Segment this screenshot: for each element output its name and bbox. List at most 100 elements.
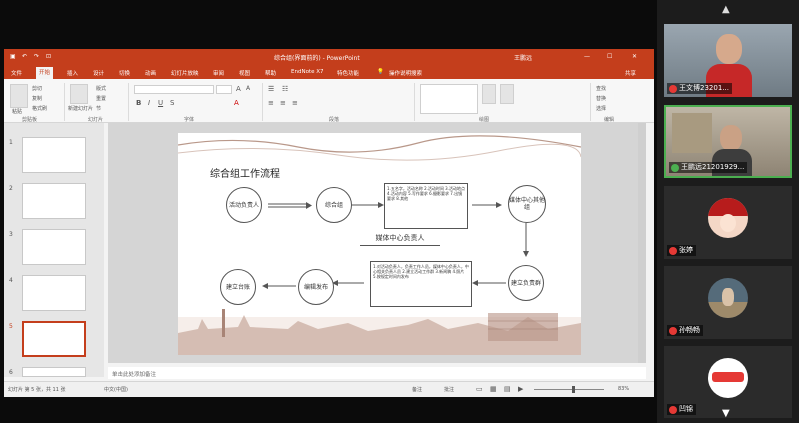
tab-transitions[interactable]: 切换 (116, 68, 133, 78)
participant-tile-active[interactable]: 王鹏远21201929... (664, 105, 792, 178)
avatar-face (720, 214, 736, 232)
tab-features[interactable]: 特色功能 (334, 68, 362, 78)
section-button[interactable]: 节 (96, 105, 101, 112)
align-center-icon[interactable]: ≡ (280, 99, 286, 107)
slide-thumbnail-1[interactable] (22, 137, 86, 173)
tab-animations[interactable]: 动画 (142, 68, 159, 78)
tab-share[interactable]: 共享 (622, 68, 639, 78)
bold-icon[interactable]: B (136, 99, 141, 107)
mic-muted-icon (669, 84, 677, 93)
sorter-view-icon[interactable]: ▦ (490, 385, 497, 393)
scroll-up-icon[interactable]: ▲ (722, 4, 730, 15)
notes-button[interactable]: 备注 (412, 386, 422, 393)
participant-tile[interactable]: 王文博23201... (664, 24, 792, 97)
tab-endnote[interactable]: EndNote X7 (288, 68, 327, 76)
align-right-icon[interactable]: ≡ (292, 99, 298, 107)
tab-file[interactable]: 文件 (8, 68, 25, 78)
mic-muted-icon (669, 405, 677, 414)
mic-muted-icon (669, 246, 677, 255)
underline-icon[interactable]: U (158, 99, 163, 107)
participant-name: 王文博23201... (679, 84, 729, 92)
participant-name-bar: 张婷 (667, 245, 696, 256)
undo-icon[interactable]: ↶ (22, 53, 27, 60)
ribbon-divider (590, 83, 591, 121)
current-slide[interactable]: 综合组工作流程 活动负责人 综合组 1.五名字，活动名称 2.活动时间 3.活动… (178, 133, 581, 355)
thumb-number: 2 (9, 185, 13, 192)
quick-styles-button[interactable] (500, 84, 514, 104)
tab-slideshow[interactable]: 幻灯片放映 (168, 68, 202, 78)
redo-icon[interactable]: ↷ (34, 53, 39, 60)
layout-button[interactable]: 版式 (96, 85, 106, 92)
shapes-gallery[interactable] (420, 84, 478, 114)
group-drawing: 绘图 (479, 117, 490, 123)
participant-tile[interactable]: 孙畅畅 (664, 266, 792, 339)
ribbon-divider (414, 83, 415, 121)
arrange-button[interactable] (482, 84, 496, 104)
comments-button[interactable]: 批注 (444, 386, 454, 393)
ribbon-tabs: 文件 开始 插入 设计 切换 动画 幻灯片放映 审阅 视图 帮助 EndNote… (4, 65, 654, 79)
shadow-icon[interactable]: S (170, 99, 174, 107)
save-icon[interactable]: ▣ (10, 53, 16, 60)
slide-thumbnail-6[interactable] (22, 367, 86, 377)
zoom-level[interactable]: 83% (618, 386, 629, 392)
slide-counter: 幻灯片 第 5 张，共 11 张 (8, 387, 66, 393)
user-name[interactable]: 王鹏远 (514, 53, 532, 62)
mic-muted-icon (669, 326, 677, 335)
slide-thumbnails: 1 2 3 4 5 6 (4, 123, 104, 377)
paste-label: 粘贴 (12, 109, 23, 115)
language-indicator[interactable]: 中文(中国) (104, 386, 128, 393)
cut-button[interactable]: 剪切 (32, 85, 42, 92)
font-name-select[interactable] (134, 85, 214, 94)
new-slide-button[interactable] (70, 84, 88, 104)
assignment-box: 1.对活动负责人，负责工作人员，媒体中心负责人，中心相关负责人员 2.建立活动工… (370, 261, 472, 307)
copy-button[interactable]: 复制 (32, 95, 42, 102)
tab-home[interactable]: 开始 (36, 67, 54, 79)
align-left-icon[interactable]: ≡ (268, 99, 274, 107)
reading-view-icon[interactable]: ▤ (504, 385, 511, 393)
thumb-number: 6 (9, 369, 13, 376)
font-size-select[interactable] (216, 85, 232, 94)
tab-design[interactable]: 设计 (90, 68, 107, 78)
lightbulb-icon: 💡 (377, 69, 384, 75)
notes-pane[interactable]: 单击此处添加备注 (108, 367, 646, 379)
participant-name-bar: 王鹏远21201929... (669, 162, 748, 173)
slide-thumbnail-2[interactable] (22, 183, 86, 219)
font-color-icon[interactable]: A (234, 99, 239, 107)
tab-review[interactable]: 审阅 (210, 68, 227, 78)
participant-face (716, 34, 742, 64)
numbering-icon[interactable]: ☷ (282, 85, 288, 93)
maximize-icon[interactable]: ☐ (607, 53, 612, 60)
reset-button[interactable]: 重置 (96, 95, 106, 102)
bullets-icon[interactable]: ☰ (268, 85, 274, 93)
participant-avatar (708, 358, 748, 398)
normal-view-icon[interactable]: ▭ (476, 385, 483, 393)
find-button[interactable]: 查找 (596, 85, 606, 92)
replace-button[interactable]: 替换 (596, 95, 606, 102)
tab-view[interactable]: 视图 (236, 68, 253, 78)
canvas-scrollbar[interactable] (638, 123, 646, 363)
participant-name: 凹锦 (679, 405, 693, 413)
media-owner-label: 媒体中心负责人 (360, 233, 440, 246)
zoom-thumb[interactable] (572, 386, 575, 393)
shrink-font-icon[interactable]: A (246, 85, 250, 92)
group-font: 字体 (184, 117, 195, 123)
select-button[interactable]: 选择 (596, 105, 606, 112)
format-painter-button[interactable]: 格式刷 (32, 105, 47, 112)
slide-thumbnail-4[interactable] (22, 275, 86, 311)
close-icon[interactable]: ✕ (632, 53, 637, 60)
paste-button[interactable] (10, 84, 28, 108)
participant-tile[interactable]: 张婷 (664, 186, 792, 259)
grow-font-icon[interactable]: A (236, 85, 241, 93)
zoom-slider[interactable] (534, 389, 604, 390)
tab-help[interactable]: 帮助 (262, 68, 279, 78)
slide-thumbnail-5[interactable] (22, 321, 86, 357)
minimize-icon[interactable]: — (584, 53, 590, 60)
scroll-down-icon[interactable]: ▼ (722, 408, 730, 419)
slide-thumbnail-3[interactable] (22, 229, 86, 265)
slideshow-view-icon[interactable]: ▶ (518, 385, 523, 393)
present-icon[interactable]: ⊡ (46, 53, 51, 60)
participant-name-bar: 孙畅畅 (667, 325, 703, 336)
italic-icon[interactable]: I (148, 99, 150, 107)
tab-tell-me[interactable]: 操作说明搜索 (386, 68, 425, 78)
tab-insert[interactable]: 插入 (64, 68, 81, 78)
